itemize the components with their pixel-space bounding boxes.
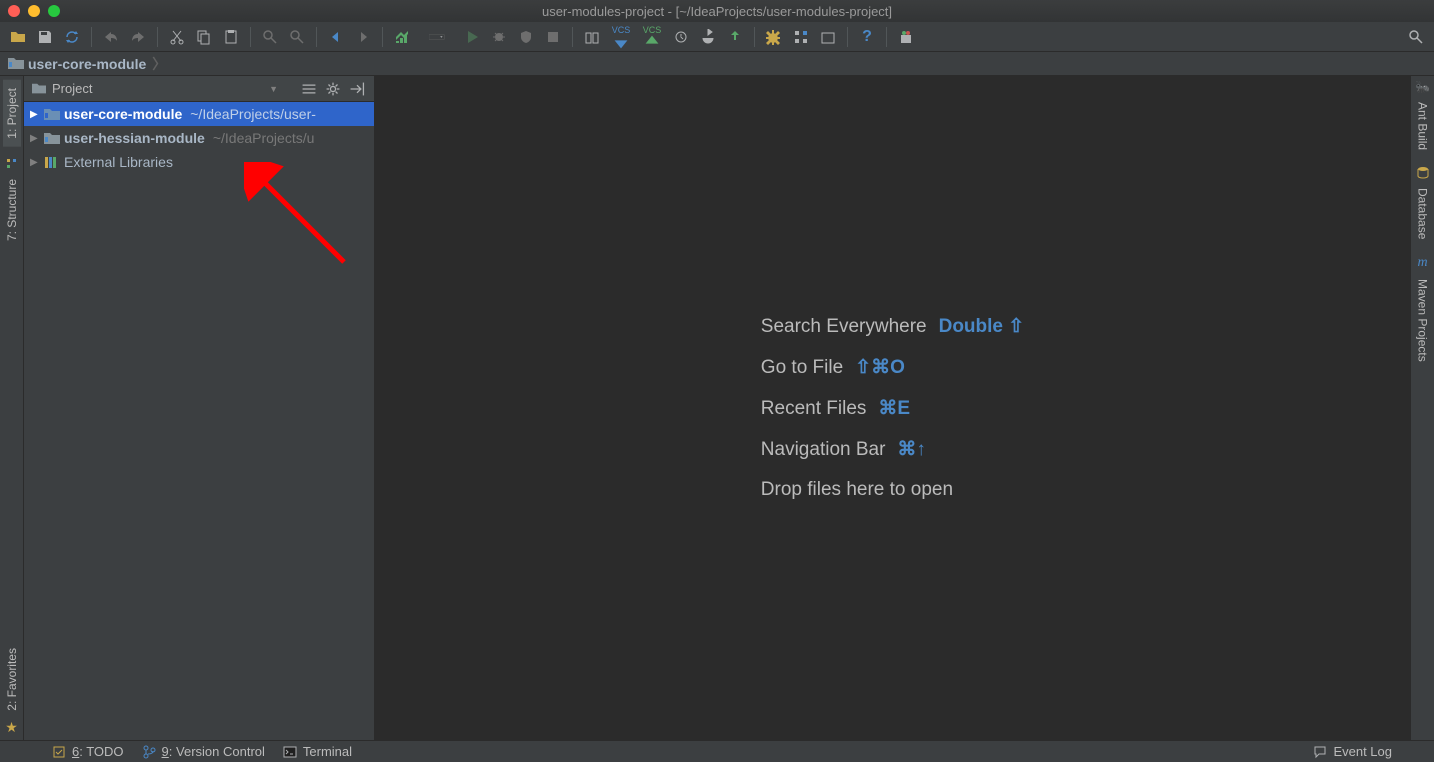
external-libraries-label: External Libraries bbox=[64, 154, 173, 170]
maven-icon: m bbox=[1417, 255, 1427, 271]
tab-structure[interactable]: 7: Structure bbox=[3, 171, 21, 249]
status-vcs[interactable]: 9: Version Control bbox=[142, 744, 265, 759]
hint-recent-label: Recent Files bbox=[761, 398, 867, 420]
hint-search-label: Search Everywhere bbox=[761, 316, 927, 338]
todo-icon bbox=[52, 745, 66, 759]
hint-recent-key: ⌘E bbox=[878, 397, 910, 420]
module-name: user-hessian-module bbox=[64, 130, 205, 146]
tab-database[interactable]: Database bbox=[1414, 180, 1432, 247]
branch-icon bbox=[142, 745, 156, 759]
vcs-update-icon[interactable]: VCS bbox=[607, 25, 635, 49]
ant-icon: 🐜 bbox=[1415, 80, 1430, 94]
sdk-icon[interactable] bbox=[816, 25, 840, 49]
chat-icon bbox=[1313, 745, 1327, 759]
status-bar: 6: TODO 9: Version Control Terminal Even… bbox=[0, 740, 1434, 762]
tree-module-hessian[interactable]: ▶ user-hessian-module ~/IdeaProjects/u bbox=[24, 126, 374, 150]
gear-icon[interactable] bbox=[324, 80, 342, 98]
project-panel: Project ▼ ▶ user-core-module ~/IdeaProje… bbox=[24, 76, 375, 740]
push-icon[interactable] bbox=[723, 25, 747, 49]
hint-drop-label: Drop files here to open bbox=[761, 479, 953, 501]
close-window-button[interactable] bbox=[8, 5, 20, 17]
hint-navbar-key: ⌘↑ bbox=[897, 438, 926, 461]
cut-icon[interactable] bbox=[165, 25, 189, 49]
module-path: ~/IdeaProjects/u bbox=[213, 130, 315, 146]
module-name: user-core-module bbox=[64, 106, 182, 122]
copy-icon[interactable] bbox=[192, 25, 216, 49]
back-icon[interactable] bbox=[324, 25, 348, 49]
tree-external-libraries[interactable]: ▶ External Libraries bbox=[24, 150, 374, 174]
expand-arrow-icon[interactable]: ▶ bbox=[30, 133, 40, 144]
maximize-window-button[interactable] bbox=[48, 5, 60, 17]
structure-icon bbox=[5, 157, 19, 171]
panel-title: Project bbox=[52, 81, 92, 96]
vcs-commit-icon[interactable]: VCS bbox=[638, 25, 666, 49]
redo-icon[interactable] bbox=[126, 25, 150, 49]
module-folder-icon bbox=[44, 132, 60, 145]
vcs-diff-icon[interactable] bbox=[580, 25, 604, 49]
project-structure-icon[interactable] bbox=[789, 25, 813, 49]
revert-icon[interactable] bbox=[696, 25, 720, 49]
window-title: user-modules-project - [~/IdeaProjects/u… bbox=[542, 4, 892, 19]
title-bar: user-modules-project - [~/IdeaProjects/u… bbox=[0, 0, 1434, 22]
find-icon[interactable] bbox=[258, 25, 282, 49]
help-icon[interactable]: ? bbox=[855, 25, 879, 49]
open-icon[interactable] bbox=[6, 25, 30, 49]
run-config-dropdown[interactable] bbox=[417, 25, 457, 49]
save-icon[interactable] bbox=[33, 25, 57, 49]
database-icon bbox=[1416, 166, 1430, 180]
expand-arrow-icon[interactable]: ▶ bbox=[30, 157, 40, 168]
undo-icon[interactable] bbox=[99, 25, 123, 49]
tab-favorites[interactable]: 2: Favorites bbox=[3, 640, 21, 719]
status-event-log[interactable]: Event Log bbox=[1313, 744, 1392, 759]
window-controls bbox=[8, 5, 60, 17]
breadcrumb-module: user-core-module bbox=[28, 56, 146, 72]
tree-module-core[interactable]: ▶ user-core-module ~/IdeaProjects/user- bbox=[24, 102, 374, 126]
expand-arrow-icon[interactable]: ▶ bbox=[30, 109, 40, 120]
annotation-arrow bbox=[244, 162, 364, 282]
debug-icon[interactable] bbox=[487, 25, 511, 49]
hint-goto-key: ⇧⌘O bbox=[855, 356, 905, 379]
run-icon[interactable] bbox=[460, 25, 484, 49]
history-icon[interactable] bbox=[669, 25, 693, 49]
hide-panel-icon[interactable] bbox=[348, 80, 366, 98]
star-icon: ★ bbox=[5, 719, 18, 736]
build-icon[interactable] bbox=[390, 25, 414, 49]
stop-icon[interactable] bbox=[541, 25, 565, 49]
sync-icon[interactable] bbox=[60, 25, 84, 49]
module-folder-icon bbox=[44, 108, 60, 121]
minimize-window-button[interactable] bbox=[28, 5, 40, 17]
chevron-down-icon[interactable]: ▼ bbox=[269, 84, 278, 94]
editor-area[interactable]: Search EverywhereDouble ⇧ Go to File⇧⌘O … bbox=[375, 76, 1410, 740]
tab-maven[interactable]: Maven Projects bbox=[1414, 271, 1432, 370]
panel-header: Project ▼ bbox=[24, 76, 374, 102]
breadcrumb-bar[interactable]: user-core-module 〉 bbox=[0, 52, 1434, 76]
plugin-icon[interactable] bbox=[894, 25, 918, 49]
right-tool-strip: 🐜 Ant Build Database m Maven Projects bbox=[1410, 76, 1434, 740]
status-todo[interactable]: 6: TODO bbox=[52, 744, 124, 759]
paste-icon[interactable] bbox=[219, 25, 243, 49]
forward-icon[interactable] bbox=[351, 25, 375, 49]
hint-search-key: Double ⇧ bbox=[939, 315, 1025, 338]
main-toolbar: VCS VCS ? bbox=[0, 22, 1434, 52]
terminal-icon bbox=[283, 745, 297, 759]
module-path: ~/IdeaProjects/user- bbox=[190, 106, 316, 122]
project-icon bbox=[32, 82, 46, 95]
library-icon bbox=[44, 155, 60, 169]
status-terminal[interactable]: Terminal bbox=[283, 744, 352, 759]
welcome-hints: Search EverywhereDouble ⇧ Go to File⇧⌘O … bbox=[761, 315, 1024, 501]
hint-navbar-label: Navigation Bar bbox=[761, 439, 886, 461]
tab-project[interactable]: 1: Project bbox=[3, 80, 21, 147]
folder-icon bbox=[8, 57, 24, 70]
tab-ant-build[interactable]: Ant Build bbox=[1414, 94, 1432, 158]
hint-goto-label: Go to File bbox=[761, 357, 843, 379]
left-tool-strip: 1: Project 7: Structure 2: Favorites ★ bbox=[0, 76, 24, 740]
project-tree[interactable]: ▶ user-core-module ~/IdeaProjects/user- … bbox=[24, 102, 374, 740]
chevron-right-icon: 〉 bbox=[152, 54, 166, 74]
search-everywhere-icon[interactable] bbox=[1404, 25, 1428, 49]
collapse-all-icon[interactable] bbox=[300, 80, 318, 98]
settings-icon[interactable] bbox=[762, 25, 786, 49]
replace-icon[interactable] bbox=[285, 25, 309, 49]
coverage-icon[interactable] bbox=[514, 25, 538, 49]
